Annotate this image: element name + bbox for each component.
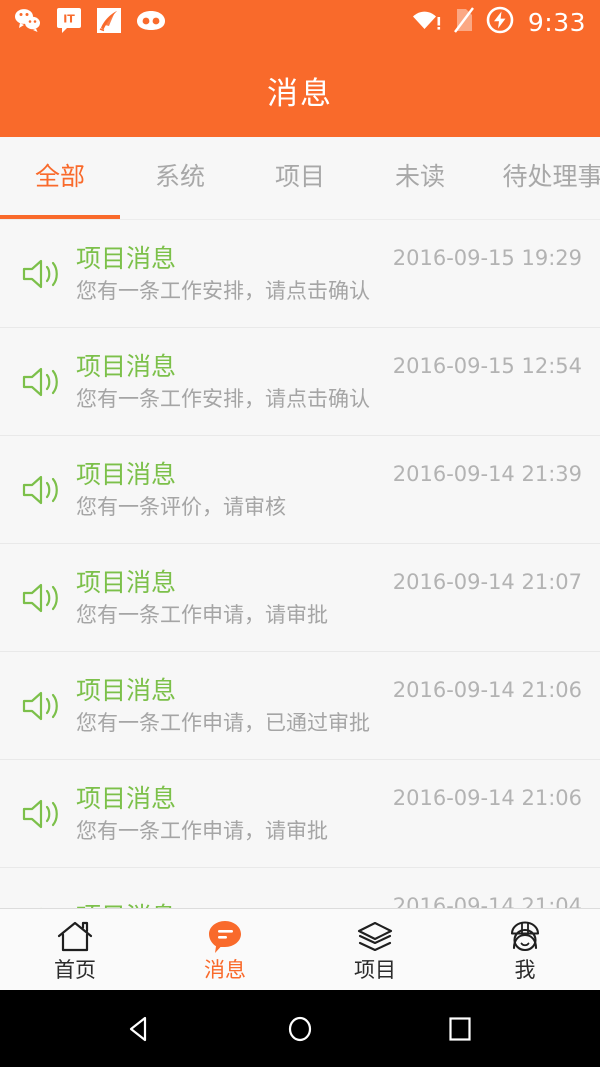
android-system-nav[interactable] bbox=[0, 990, 600, 1067]
it-chat-icon: IT bbox=[56, 7, 82, 37]
chat-bubble-icon bbox=[206, 919, 244, 955]
svg-text:IT: IT bbox=[63, 13, 75, 26]
message-timestamp: 2016-09-15 19:29 bbox=[392, 246, 582, 270]
speaker-icon bbox=[14, 256, 70, 292]
tab-all-label: 全部 bbox=[34, 162, 85, 191]
bottom-nav-bar[interactable]: 首页 消息 项目 我 bbox=[0, 908, 600, 990]
message-subtitle: 您有一条工作安排，请点击确认 bbox=[76, 278, 370, 303]
bottom-nav-home[interactable]: 首页 bbox=[0, 919, 150, 981]
app-header: 消息 bbox=[0, 44, 600, 137]
message-row[interactable]: 项目消息 您有一条工作申请，请审批 2016-09-14 21:07 bbox=[0, 544, 600, 652]
status-bar-notification-icons: IT bbox=[14, 7, 166, 38]
message-row[interactable]: 项目消息 您有一条评价，请审核 2016-09-14 21:39 bbox=[0, 436, 600, 544]
speaker-icon bbox=[14, 472, 70, 508]
message-timestamp: 2016-09-14 21:06 bbox=[392, 678, 582, 702]
message-row[interactable]: 项目消息 2016-09-14 21:04 bbox=[0, 868, 600, 908]
bottom-nav-messages-label: 消息 bbox=[204, 957, 246, 982]
bottom-nav-projects-label: 项目 bbox=[354, 957, 396, 982]
tab-system[interactable]: 系统 bbox=[120, 137, 240, 219]
cyanogenmod-icon bbox=[136, 9, 166, 35]
message-subtitle: 您有一条工作申请，请审批 bbox=[76, 818, 328, 843]
layers-icon bbox=[355, 919, 395, 955]
message-timestamp: 2016-09-15 12:54 bbox=[392, 354, 582, 378]
message-row[interactable]: 项目消息 您有一条工作安排，请点击确认 2016-09-15 19:29 bbox=[0, 220, 600, 328]
message-subtitle: 您有一条工作申请，已通过审批 bbox=[76, 710, 370, 735]
tab-pending-label: 待处理事项 bbox=[502, 162, 600, 191]
speaker-icon bbox=[14, 580, 70, 616]
message-row[interactable]: 项目消息 您有一条工作安排，请点击确认 2016-09-15 12:54 bbox=[0, 328, 600, 436]
sim-missing-icon bbox=[453, 7, 474, 37]
charging-bolt-icon bbox=[486, 6, 514, 38]
recents-button[interactable] bbox=[430, 1012, 490, 1046]
message-timestamp: 2016-09-14 21:07 bbox=[392, 570, 582, 594]
message-list[interactable]: 项目消息 您有一条工作安排，请点击确认 2016-09-15 19:29 项目消… bbox=[0, 220, 600, 908]
phone-screen: IT 9:33 消息 全部 系统 项目 未读 待处理事 项目消息 您有一条工作安… bbox=[0, 0, 600, 1067]
message-row[interactable]: 项目消息 您有一条工作申请，已通过审批 2016-09-14 21:06 bbox=[0, 652, 600, 760]
speaker-icon bbox=[14, 688, 70, 724]
message-subtitle: 您有一条评价，请审核 bbox=[76, 494, 286, 519]
bottom-nav-profile[interactable]: 我 bbox=[450, 919, 600, 981]
tab-project-label: 项目 bbox=[274, 162, 325, 191]
hardhat-person-icon bbox=[506, 919, 544, 955]
status-bar-clock: 9:33 bbox=[527, 7, 586, 37]
bottom-nav-home-label: 首页 bbox=[54, 957, 96, 982]
home-icon bbox=[56, 919, 94, 955]
tab-unread[interactable]: 未读 bbox=[360, 137, 480, 219]
wechat-icon bbox=[14, 8, 42, 36]
tab-project[interactable]: 项目 bbox=[240, 137, 360, 219]
tab-bar[interactable]: 全部 系统 项目 未读 待处理事项 bbox=[0, 137, 600, 220]
tab-all[interactable]: 全部 bbox=[0, 137, 120, 219]
back-button[interactable] bbox=[110, 1012, 170, 1046]
speaker-icon bbox=[14, 364, 70, 400]
home-button[interactable] bbox=[270, 1012, 330, 1046]
status-bar-system-icons: 9:33 bbox=[412, 6, 586, 38]
tab-unread-label: 未读 bbox=[394, 162, 445, 191]
speaker-icon bbox=[14, 904, 70, 908]
message-timestamp: 2016-09-14 21:06 bbox=[392, 786, 582, 810]
message-subtitle: 您有一条工作安排，请点击确认 bbox=[76, 386, 370, 411]
bottom-nav-profile-label: 我 bbox=[514, 957, 536, 982]
speaker-icon bbox=[14, 796, 70, 832]
wifi-alert-icon bbox=[412, 8, 442, 36]
message-timestamp: 2016-09-14 21:39 bbox=[392, 462, 582, 486]
bottom-nav-projects[interactable]: 项目 bbox=[300, 919, 450, 981]
message-timestamp: 2016-09-14 21:04 bbox=[392, 894, 582, 908]
tab-system-label: 系统 bbox=[154, 162, 205, 191]
page-title: 消息 bbox=[267, 76, 333, 112]
feather-icon bbox=[96, 7, 122, 38]
status-bar: IT 9:33 bbox=[0, 0, 600, 44]
tab-pending[interactable]: 待处理事项 bbox=[480, 137, 600, 219]
bottom-nav-messages[interactable]: 消息 bbox=[150, 919, 300, 981]
message-row[interactable]: 项目消息 您有一条工作申请，请审批 2016-09-14 21:06 bbox=[0, 760, 600, 868]
message-subtitle: 您有一条工作申请，请审批 bbox=[76, 602, 328, 627]
